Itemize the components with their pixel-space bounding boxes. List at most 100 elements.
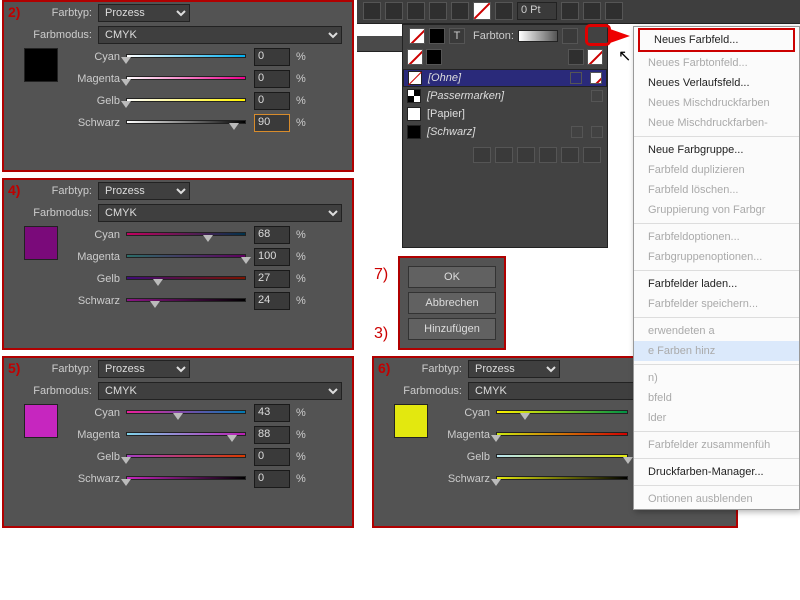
menu-item[interactable]: Neue Farbgruppe... — [634, 140, 799, 160]
swatch-options-panel-4: 4) Farbtyp:Prozess Farbmodus:CMYK Cyan68… — [2, 178, 354, 350]
cyan-value[interactable]: 0 — [254, 48, 290, 66]
farbtyp-select[interactable]: Prozess — [98, 360, 190, 378]
swatch-item-none[interactable]: [Ohne] — [403, 69, 607, 87]
gelb-slider[interactable] — [126, 95, 246, 107]
mini-icon — [571, 126, 583, 138]
magenta-slider[interactable] — [496, 429, 628, 441]
cyan-slider[interactable] — [496, 407, 628, 419]
toolbar-icon[interactable] — [385, 2, 403, 20]
new-folder-icon[interactable] — [517, 147, 535, 163]
annotation-1-box — [585, 24, 611, 46]
schwarz-value[interactable]: 0 — [254, 470, 290, 488]
farbmodus-select[interactable]: CMYK — [98, 26, 342, 44]
cyan-slider[interactable] — [126, 407, 246, 419]
swatches-panel: T Farbton: [Ohne] [Passermarken] [Papier… — [402, 24, 608, 248]
gelb-value[interactable]: 0 — [254, 448, 290, 466]
gelb-value[interactable]: 0 — [254, 92, 290, 110]
magenta-value[interactable]: 88 — [254, 426, 290, 444]
farbtyp-select[interactable]: Prozess — [468, 360, 560, 378]
toolbar-icon[interactable] — [605, 2, 623, 20]
panel-menu-icon[interactable] — [473, 147, 491, 163]
menu-item: Farbfeld löschen... — [634, 180, 799, 200]
color-swatch — [394, 404, 428, 438]
magenta-value[interactable]: 100 — [254, 248, 290, 266]
farbtyp-label: Farbtyp: — [10, 7, 92, 19]
farbmodus-select[interactable]: CMYK — [98, 204, 342, 222]
toolbar-icon[interactable] — [451, 2, 469, 20]
trash-icon[interactable] — [583, 147, 601, 163]
none-icon — [407, 49, 423, 65]
mini-icon — [590, 72, 602, 84]
none-icon — [587, 49, 603, 65]
swatch-options-panel-5: 5) Farbtyp:Prozess Farbmodus:CMYK Cyan43… — [2, 356, 354, 528]
schwarz-value[interactable]: 90 — [254, 114, 290, 132]
toolbar-icon[interactable] — [407, 2, 425, 20]
mini-icon — [591, 90, 603, 102]
farbmodus-select[interactable]: CMYK — [98, 382, 342, 400]
gelb-value[interactable]: 27 — [254, 270, 290, 288]
magenta-slider[interactable] — [126, 251, 246, 263]
ruler — [357, 36, 402, 52]
swatch-box — [407, 125, 421, 139]
new-group-icon[interactable] — [561, 147, 579, 163]
toolbar-icon[interactable] — [429, 2, 447, 20]
schwarz-slider[interactable] — [496, 473, 628, 485]
menu-item: Farbfelder speichern... — [634, 294, 799, 314]
schwarz-value[interactable]: 24 — [254, 292, 290, 310]
schwarz-label: Schwarz — [68, 117, 126, 129]
ok-button[interactable]: OK — [408, 266, 496, 288]
menu-item: Farbfelder zusammenfüh — [634, 435, 799, 455]
magenta-slider[interactable] — [126, 73, 246, 85]
farbtyp-select[interactable]: Prozess — [98, 182, 190, 200]
swatch-box — [407, 89, 421, 103]
gelb-slider[interactable] — [126, 451, 246, 463]
menu-item[interactable]: Druckfarben-Manager... — [634, 462, 799, 482]
fill-none-icon[interactable] — [409, 28, 425, 44]
toolbar-icon[interactable] — [561, 2, 579, 20]
fill-color-icon[interactable] — [429, 28, 445, 44]
schwarz-slider[interactable] — [126, 117, 246, 129]
gelb-slider[interactable] — [126, 273, 246, 285]
swatch-box — [408, 71, 422, 85]
gelb-label: Gelb — [68, 95, 126, 107]
menu-item: Neues Farbtonfeld... — [634, 53, 799, 73]
black-icon — [426, 49, 442, 65]
toolbar-icon[interactable] — [363, 2, 381, 20]
none-swatch-icon[interactable] — [473, 2, 491, 20]
farbtyp-select[interactable]: Prozess — [98, 4, 190, 22]
show-all-icon[interactable] — [495, 147, 513, 163]
toolbar-icon[interactable] — [495, 2, 513, 20]
cyan-value[interactable]: 68 — [254, 226, 290, 244]
schwarz-slider[interactable] — [126, 473, 246, 485]
menu-item: Farbgruppenoptionen... — [634, 247, 799, 267]
tint-dropdown-icon[interactable] — [562, 28, 578, 44]
cyan-value[interactable]: 43 — [254, 404, 290, 422]
swatch-item-paper[interactable]: [Papier] — [403, 105, 607, 123]
magenta-label: Magenta — [68, 73, 126, 85]
menu-item: e Farben hinz — [634, 341, 799, 361]
magenta-slider[interactable] — [126, 429, 246, 441]
add-button[interactable]: Hinzufügen — [408, 318, 496, 340]
swatch-item-black[interactable]: [Schwarz] — [403, 123, 607, 141]
cyan-slider[interactable] — [126, 51, 246, 63]
text-icon[interactable]: T — [449, 28, 465, 44]
gelb-slider[interactable] — [496, 451, 628, 463]
menu-item: Farbfeldoptionen... — [634, 227, 799, 247]
mini-icon — [570, 72, 582, 84]
schwarz-slider[interactable] — [126, 295, 246, 307]
tint-slider[interactable] — [518, 30, 558, 42]
annotation-4: 4) — [8, 182, 20, 198]
swatch-item-registration[interactable]: [Passermarken] — [403, 87, 607, 105]
annotation-6: 6) — [378, 360, 390, 376]
cancel-button[interactable]: Abbrechen — [408, 292, 496, 314]
farbmodus-label: Farbmodus: — [10, 29, 92, 41]
cyan-slider[interactable] — [126, 229, 246, 241]
magenta-value[interactable]: 0 — [254, 70, 290, 88]
new-swatch-icon[interactable] — [539, 147, 557, 163]
toolbar-icon[interactable] — [583, 2, 601, 20]
menu-item[interactable]: Farbfelder laden... — [634, 274, 799, 294]
stroke-weight-field[interactable]: 0 Pt — [517, 2, 557, 20]
menu-item[interactable]: Neues Verlaufsfeld... — [634, 73, 799, 93]
menu-item[interactable]: Neues Farbfeld... — [638, 28, 795, 52]
dialog-buttons: OK Abbrechen Hinzufügen — [398, 256, 506, 350]
